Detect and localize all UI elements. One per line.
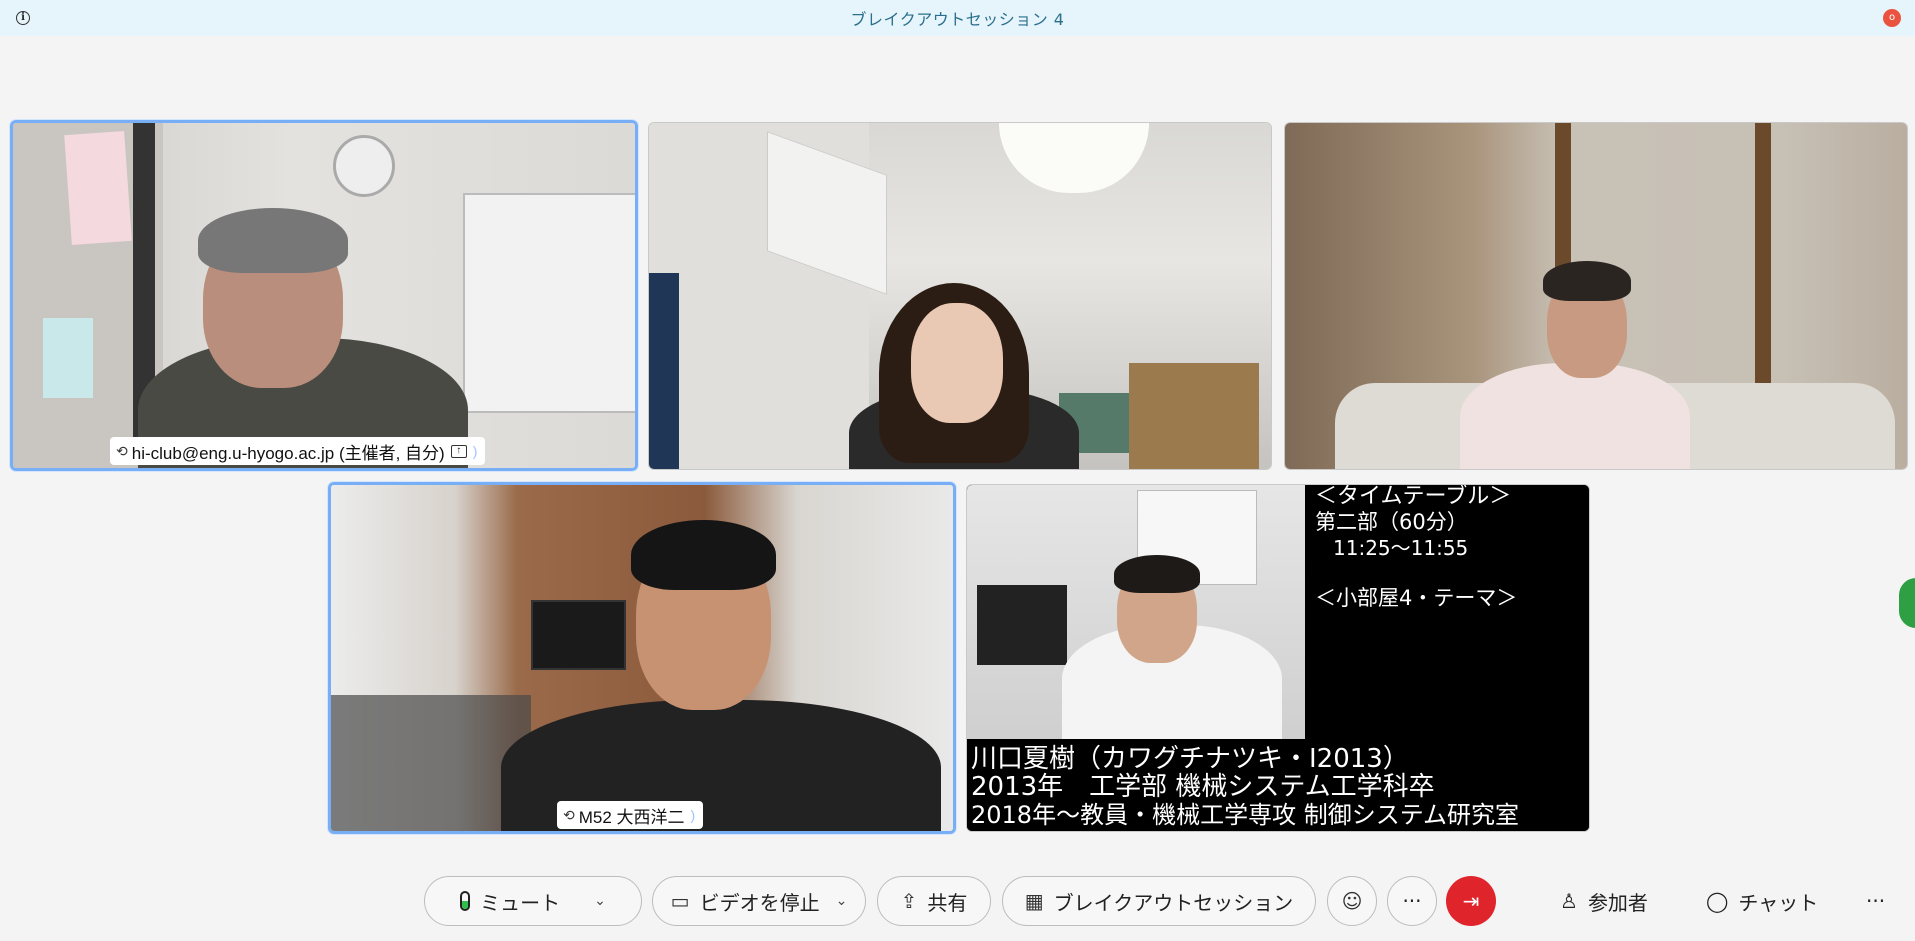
- side-panel-handle[interactable]: [1899, 578, 1915, 628]
- video-tile-host[interactable]: ⟲ hi-club@eng.u-hyogo.ac.jp (主催者, 自分) ↑ …: [10, 120, 638, 471]
- video-tile-participant-4[interactable]: ⟲ M52 大西洋二 ): [328, 482, 956, 834]
- overflow-icon: ···: [1866, 889, 1886, 913]
- info-icon[interactable]: i: [16, 11, 30, 25]
- more-icon: ···: [1402, 889, 1422, 913]
- slide-heading: ＜タイムテーブル＞: [1315, 484, 1512, 509]
- breakout-session-label: ブレイクアウトセッション: [1053, 890, 1294, 915]
- video-tile-participant-3[interactable]: [1284, 122, 1908, 470]
- slide-time: 11:25〜11:55: [1333, 536, 1469, 560]
- slide-profile-line-1: 川口夏樹（カワグチナツキ・I2013）: [971, 744, 1409, 774]
- chat-bubble-icon: ◯: [1706, 889, 1729, 913]
- reactions-button[interactable]: ☺: [1327, 876, 1377, 926]
- mute-button[interactable]: ミュート ⌄: [424, 876, 642, 926]
- participant-name: hi-club@eng.u-hyogo.ac.jp (主催者, 自分): [131, 443, 445, 463]
- participant-name: M52 大西洋二: [578, 807, 685, 827]
- chevron-down-icon[interactable]: ⌄: [594, 893, 606, 909]
- microphone-icon: [460, 891, 471, 911]
- more-options-button[interactable]: ···: [1387, 876, 1437, 926]
- leave-meeting-button[interactable]: ⇥: [1446, 876, 1496, 926]
- slide-profile-line-2: 2013年 工学部 機械システム工学科卒: [971, 772, 1435, 802]
- breakout-session-button[interactable]: ▦ ブレイクアウトセッション: [1002, 876, 1316, 926]
- person-icon: ♙: [1560, 889, 1578, 913]
- meeting-toolbar: ミュート ⌄ ▭ ビデオを停止 ⌄ ⇪ 共有 ▦ ブレイクアウトセッション ☺ …: [0, 876, 1915, 928]
- participant-nameplate: ⟲ M52 大西洋二 ): [557, 801, 704, 829]
- video-feed: [1285, 123, 1907, 469]
- overflow-menu-button[interactable]: ···: [1866, 876, 1885, 926]
- speaking-indicator-icon: ): [690, 807, 696, 823]
- recording-icon: o: [1883, 9, 1901, 27]
- stop-video-label: ビデオを停止: [699, 890, 820, 915]
- video-tile-participant-5[interactable]: ＜タイムテーブル＞ 第二部（60分） 11:25〜11:55 ＜小部屋4・テーマ…: [966, 484, 1590, 832]
- share-button[interactable]: ⇪ 共有: [877, 876, 991, 926]
- stop-video-button[interactable]: ▭ ビデオを停止 ⌄: [652, 876, 866, 926]
- participant-nameplate: ⟲ hi-club@eng.u-hyogo.ac.jp (主催者, 自分) ↑ …: [110, 437, 486, 465]
- share-icon: ⇪: [900, 889, 918, 913]
- participants-button[interactable]: ♙ 参加者: [1560, 876, 1648, 926]
- video-feed: [331, 485, 953, 831]
- slide-part: 第二部（60分）: [1315, 510, 1468, 534]
- audio-icon: ⟲: [563, 806, 575, 823]
- video-feed: [13, 123, 635, 468]
- title-bar: i ブレイクアウトセッション 4 o: [0, 0, 1915, 36]
- speaking-indicator-icon: ): [472, 443, 478, 459]
- exit-icon: ⇥: [1462, 889, 1480, 913]
- window-title: ブレイクアウトセッション 4: [850, 10, 1065, 29]
- chevron-down-icon[interactable]: ⌄: [836, 893, 848, 909]
- slide-room-theme: ＜小部屋4・テーマ＞: [1315, 586, 1518, 610]
- slide-profile-line-3: 2018年〜教員・機械工学専攻 制御システム研究室: [971, 801, 1519, 829]
- participants-label: 参加者: [1587, 890, 1648, 915]
- share-screen-icon: ↑: [450, 444, 467, 458]
- audio-icon: ⟲: [116, 442, 128, 459]
- share-label: 共有: [927, 890, 968, 915]
- smiley-icon: ☺: [1341, 889, 1363, 913]
- grid-icon: ▦: [1024, 889, 1044, 913]
- slide-profile: 川口夏樹（カワグチナツキ・I2013） 2013年 工学部 機械システム工学科卒…: [967, 739, 1589, 831]
- chat-label: チャット: [1738, 890, 1819, 915]
- video-feed: [649, 123, 1271, 469]
- video-tile-participant-2[interactable]: [648, 122, 1272, 470]
- video-camera-icon: ▭: [670, 889, 690, 913]
- mute-label: ミュート: [480, 890, 561, 915]
- chat-button[interactable]: ◯ チャット: [1706, 876, 1818, 926]
